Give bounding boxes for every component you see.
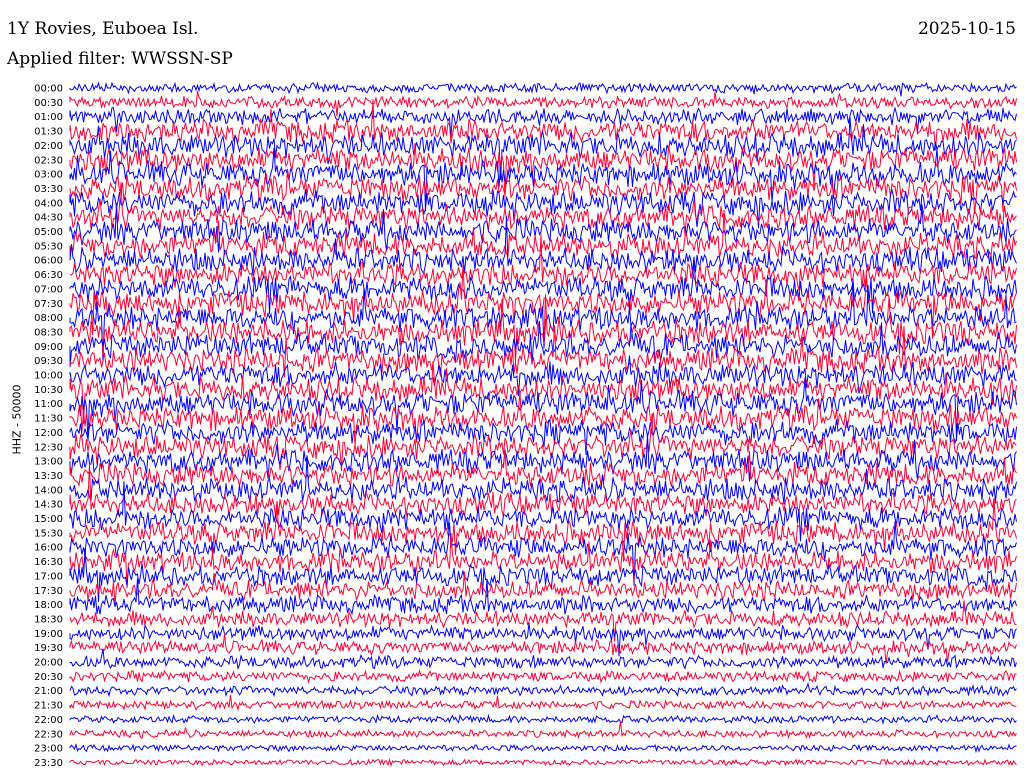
time-tick-label: 02:00 [34, 141, 63, 152]
time-tick-label: 14:30 [34, 500, 63, 511]
time-tick-label: 06:00 [34, 256, 63, 267]
time-tick-label: 11:30 [34, 414, 63, 425]
time-tick-label: 05:00 [34, 227, 63, 238]
time-tick-label: 21:30 [34, 701, 63, 712]
time-tick-label: 23:00 [34, 744, 63, 755]
trace-line [69, 81, 1017, 97]
trace-line [69, 648, 1017, 671]
trace-line [69, 633, 1017, 664]
trace-line [69, 182, 1017, 236]
trace-line [69, 720, 1017, 740]
time-tick-label: 10:30 [34, 385, 63, 396]
time-tick-label: 05:30 [34, 241, 63, 252]
time-tick-label: 18:30 [34, 614, 63, 625]
trace-line [69, 143, 1017, 198]
time-tick-label: 21:00 [34, 686, 63, 697]
trace-line [69, 668, 1017, 684]
time-tick-label: 06:30 [34, 270, 63, 281]
time-tick-label: 03:30 [34, 184, 63, 195]
time-tick-label: 11:00 [34, 399, 63, 410]
time-tick-label: 04:30 [34, 213, 63, 224]
time-tick-label: 04:00 [34, 198, 63, 209]
trace-line [69, 622, 1017, 657]
time-tick-label: 01:30 [34, 127, 63, 138]
trace-line [69, 694, 1017, 712]
time-tick-label: 13:30 [34, 471, 63, 482]
time-tick-label: 22:30 [34, 729, 63, 740]
time-tick-label: 22:00 [34, 715, 63, 726]
time-tick-label: 08:30 [34, 327, 63, 338]
time-tick-label: 17:00 [34, 571, 63, 582]
time-tick-label: 01:00 [34, 112, 63, 123]
time-tick-label: 16:00 [34, 543, 63, 554]
time-tick-label: 08:00 [34, 313, 63, 324]
trace-line [69, 743, 1017, 754]
time-tick-label: 03:00 [34, 170, 63, 181]
time-tick-label: 00:30 [34, 98, 63, 109]
time-tick-label: 19:00 [34, 629, 63, 640]
time-tick-label: 15:00 [34, 514, 63, 525]
time-tick-label: 12:00 [34, 428, 63, 439]
time-tick-label: 13:00 [34, 457, 63, 468]
time-tick-label: 09:00 [34, 342, 63, 353]
trace-line [69, 713, 1017, 725]
time-tick-label: 18:00 [34, 600, 63, 611]
time-tick-label: 16:30 [34, 557, 63, 568]
trace-line [69, 758, 1017, 768]
time-tick-label: 02:30 [34, 155, 63, 166]
time-tick-label: 12:30 [34, 442, 63, 453]
time-tick-label: 15:30 [34, 528, 63, 539]
time-tick-label: 20:30 [34, 672, 63, 683]
time-tick-label: 23:30 [34, 758, 63, 769]
helicorder-plot: 00:00 00:30 01:00 01:30 02:00 02:30 03:00 03:30… [34, 81, 1017, 769]
time-tick-label: 20:00 [34, 658, 63, 669]
time-tick-label: 10:00 [34, 371, 63, 382]
time-tick-label: 00:00 [34, 84, 63, 95]
time-tick-label: 14:00 [34, 485, 63, 496]
time-tick-label: 07:30 [34, 299, 63, 310]
trace-line [69, 571, 1017, 605]
time-tick-label: 09:30 [34, 356, 63, 367]
time-tick-label: 17:30 [34, 586, 63, 597]
trace-line [69, 681, 1017, 698]
time-tick-label: 19:30 [34, 643, 63, 654]
time-tick-label: 07:00 [34, 284, 63, 295]
